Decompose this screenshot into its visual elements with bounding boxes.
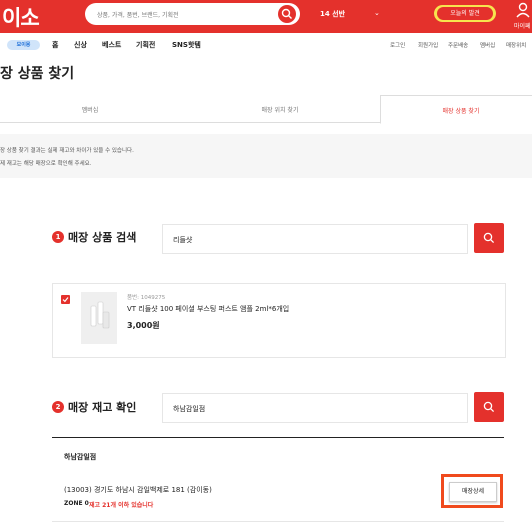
divider — [52, 437, 504, 438]
store-search-input[interactable] — [171, 400, 455, 418]
chevron-down-icon[interactable]: ⌄ — [374, 9, 380, 17]
tab-store-product[interactable]: 매장 상품 찾기 — [380, 95, 532, 124]
search-button[interactable] — [278, 5, 296, 23]
search-input[interactable] — [95, 6, 269, 24]
store-search-button[interactable] — [474, 392, 504, 422]
product-search-field — [162, 224, 468, 254]
today-discovery-button[interactable]: 오늘의 발견 — [434, 5, 496, 22]
login-link[interactable]: 로그인 — [390, 41, 405, 49]
product-price: 3,000원 — [127, 321, 160, 330]
zone-label: ZONE 0 — [64, 500, 89, 507]
nav-item-best[interactable]: 베스트 — [102, 40, 121, 50]
today-discovery-label: 오늘의 발견 — [437, 7, 493, 20]
search-icon — [483, 401, 495, 413]
notice-box: 장 상품 찾기 결과는 실제 재고와 차이가 있을 수 있습니다. 제 재고는 … — [0, 134, 532, 178]
section-title-stock-check: 매장 재고 확인 — [68, 401, 137, 414]
store-result-name: 하남감일점 — [64, 453, 97, 461]
divider — [52, 521, 504, 522]
notice-line: 제 재고는 해당 매장으로 확인해 주세요. — [0, 161, 92, 167]
membership-link[interactable]: 멤버십 — [480, 41, 495, 49]
product-image-icon — [90, 301, 110, 329]
highlight-box: 매장상세 — [441, 474, 503, 508]
product-search-input[interactable] — [171, 231, 455, 249]
order-link[interactable]: 주문배송 — [448, 41, 468, 49]
tab-label: 매장 위치 찾기 — [261, 107, 299, 114]
logo[interactable]: 이소 — [2, 2, 40, 32]
nav-badge[interactable]: 모이몽 — [7, 40, 40, 50]
store-address: (13003) 경기도 하남시 감일백제로 181 (감이동) — [64, 486, 212, 494]
step-number: 2 — [52, 401, 64, 413]
selected-store[interactable]: 14 선반 — [320, 9, 345, 19]
search-icon — [281, 8, 292, 19]
main-nav: 모이몽 홈 신상 베스트 기획전 SNS핫템 로그인 회원가입 주문배송 멤버십… — [0, 33, 532, 55]
store-search-field — [162, 393, 468, 423]
store-detail-button[interactable]: 매장상세 — [449, 482, 497, 502]
nav-item-new[interactable]: 신상 — [74, 40, 87, 50]
tab-label: 매장 상품 찾기 — [442, 108, 480, 115]
check-icon — [62, 297, 69, 303]
product-checkbox[interactable] — [61, 295, 70, 304]
product-code: 품번: 1049275 — [127, 295, 166, 301]
stock-status: 재고 21개 이하 있습니다 — [89, 502, 154, 509]
product-thumbnail — [81, 292, 117, 344]
nav-item-home[interactable]: 홈 — [52, 40, 58, 50]
product-name: VT 리들샷 100 페이셜 부스팅 퍼스트 앰플 2ml*6개입 — [127, 305, 290, 313]
page-title: 장 상품 찾기 — [0, 66, 75, 82]
product-search-button[interactable] — [474, 223, 504, 253]
step-number: 1 — [52, 231, 64, 243]
section-title-product-search: 매장 상품 검색 — [68, 231, 137, 244]
product-card[interactable]: 품번: 1049275 VT 리들샷 100 페이셜 부스팅 퍼스트 앰플 2m… — [52, 283, 506, 358]
mypage-label[interactable]: 마이페 — [514, 21, 531, 30]
search-icon — [483, 232, 495, 244]
tab-store-location[interactable]: 매장 위치 찾기 — [180, 95, 380, 123]
tab-membership[interactable]: 멤버십 — [0, 95, 180, 123]
search-box — [85, 3, 300, 25]
tab-label: 멤버십 — [81, 107, 99, 114]
signup-link[interactable]: 회원가입 — [418, 41, 438, 49]
nav-item-promotion[interactable]: 기획전 — [136, 40, 155, 50]
user-icon[interactable] — [516, 2, 530, 18]
store-location-link[interactable]: 매장위치 — [506, 41, 526, 49]
notice-line: 장 상품 찾기 결과는 실제 재고와 차이가 있을 수 있습니다. — [0, 148, 134, 154]
top-bar: 이소 14 선반 ⌄ 오늘의 발견 마이페 — [0, 0, 532, 33]
tab-bar: 멤버십 매장 위치 찾기 매장 상품 찾기 — [0, 95, 532, 124]
nav-item-sns[interactable]: SNS핫템 — [172, 40, 201, 50]
